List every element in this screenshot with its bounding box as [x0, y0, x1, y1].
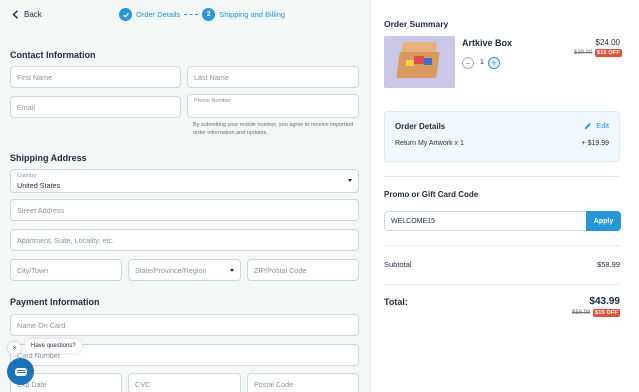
- promo-code-input[interactable]: WELCOME15: [384, 211, 587, 231]
- shipping-section-title: Shipping Address: [10, 153, 87, 163]
- state-placeholder: State/Province/Region: [135, 265, 207, 275]
- city-field[interactable]: City/Town: [10, 259, 122, 281]
- apply-promo-button[interactable]: Apply: [586, 211, 621, 231]
- edit-order-details-button[interactable]: Edit: [584, 121, 609, 130]
- checkout-form-panel: Back Order Details 2 Shipping and Billin…: [0, 0, 370, 392]
- apartment-field[interactable]: Apartment, Suite, Locality, etc.: [10, 229, 359, 251]
- first-name-field[interactable]: First Name: [10, 66, 181, 88]
- product-price: $24.00: [595, 38, 620, 47]
- chat-icon: [14, 367, 27, 376]
- divider: [384, 284, 620, 285]
- total-discount-badge: $15 OFF: [593, 309, 620, 317]
- back-link[interactable]: Back: [12, 10, 42, 19]
- total-value: $43.99: [589, 296, 620, 307]
- step-number-badge: 2: [202, 8, 216, 21]
- order-summary-title: Order Summary: [384, 19, 449, 29]
- checkout-steps: Order Details 2 Shipping and Billing: [119, 8, 285, 21]
- product-old-price: $39.00: [574, 50, 593, 56]
- step-order-details[interactable]: Order Details: [136, 10, 180, 19]
- phone-field[interactable]: Phone Number: [187, 94, 359, 118]
- email-field[interactable]: Email: [10, 96, 181, 118]
- product-name: Artkive Box: [462, 38, 513, 48]
- country-value: United States: [17, 181, 61, 190]
- quantity-decrease-button[interactable]: −: [462, 57, 474, 69]
- street-address-field[interactable]: Street Address: [10, 199, 359, 221]
- subtotal-label: Subtotal: [384, 260, 412, 269]
- step-shipping-billing: Shipping and Billing: [219, 10, 286, 19]
- name-on-card-field[interactable]: Name On Card: [10, 314, 359, 336]
- postal-code-field[interactable]: Postal Code: [247, 373, 359, 392]
- total-label: Total:: [384, 297, 408, 307]
- contact-section-title: Contact Information: [10, 50, 96, 60]
- country-select[interactable]: Country United States: [10, 169, 359, 193]
- country-label: Country: [17, 173, 37, 179]
- step-connector: [184, 14, 199, 15]
- edit-label: Edit: [596, 121, 609, 130]
- chat-launcher-button[interactable]: [7, 358, 34, 385]
- chat-close-icon[interactable]: ×: [8, 342, 21, 355]
- order-summary-panel: Order Summary Artkive Box $24.00 $39.00 …: [370, 0, 639, 392]
- state-select[interactable]: State/Province/Region: [128, 259, 241, 281]
- divider: [384, 176, 620, 177]
- cvc-field[interactable]: CVC: [128, 373, 241, 392]
- total-old-value: $58.99: [572, 310, 591, 316]
- subtotal-value: $58.99: [597, 260, 620, 269]
- product-discount-badge: $15 OFF: [595, 49, 622, 57]
- pencil-icon: [584, 122, 592, 129]
- last-name-field[interactable]: Last Name: [187, 66, 359, 88]
- quantity-increase-button[interactable]: +: [488, 57, 500, 69]
- caret-down-icon: [348, 179, 352, 182]
- order-details-card: Order Details Edit Return My Artwork x 1…: [384, 111, 620, 162]
- order-details-title: Order Details: [395, 122, 446, 131]
- quantity-value: 1: [480, 59, 484, 66]
- chevron-left-icon: [12, 10, 18, 19]
- product-image: [384, 36, 455, 88]
- order-details-line-label: Return My Artwork x 1: [395, 140, 464, 147]
- back-label: Back: [24, 10, 42, 19]
- phone-field-label: Phone Number: [194, 98, 231, 104]
- step-complete-check-icon: [119, 8, 132, 21]
- caret-down-icon: [230, 269, 234, 272]
- zip-field[interactable]: ZIP/Postal Code: [247, 259, 359, 281]
- promo-section-title: Promo or Gift Card Code: [384, 190, 479, 199]
- chat-prompt-bubble[interactable]: Have questions?: [25, 339, 82, 353]
- order-details-line-price: + $19.99: [581, 140, 609, 147]
- phone-consent-note: By submitting your mobile number, you ag…: [193, 122, 354, 136]
- divider: [384, 245, 620, 246]
- payment-section-title: Payment Information: [10, 297, 100, 307]
